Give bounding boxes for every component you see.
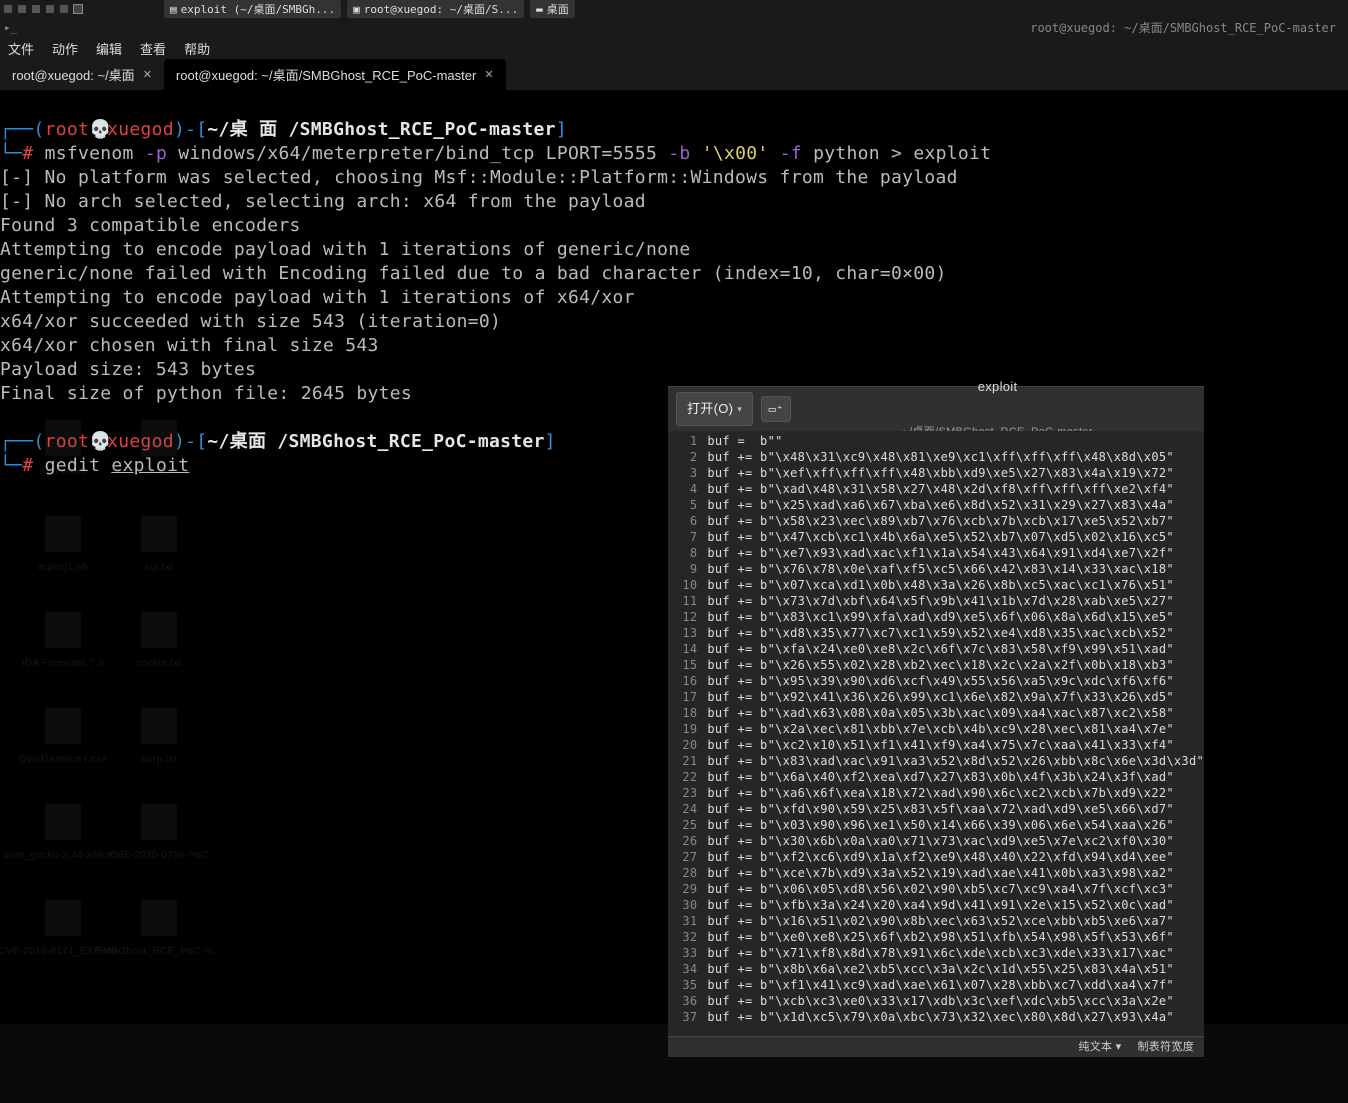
prompt-host: xuegod	[107, 119, 174, 140]
new-doc-icon: ▭⁺	[769, 397, 784, 421]
code-content[interactable]: buf = b"" buf += b"\x48\x31\xc9\x48\x81\…	[701, 431, 1204, 1036]
chevron-down-icon: ▾	[737, 397, 742, 421]
terminal-icon: ▣	[353, 3, 360, 16]
prompt-path: ~/桌 面 /SMBGhost_RCE_PoC-master	[207, 119, 555, 140]
output-line: [-] No platform was selected, choosing M…	[0, 167, 958, 188]
terminal-tab[interactable]: root@xuegod: ~/桌面✕	[0, 59, 164, 90]
terminal-menu-bar[interactable]: 文件 动作 编辑 查看 帮助	[0, 36, 1348, 60]
cmd-msfvenom: msfvenom	[45, 143, 134, 164]
menu-view[interactable]: 查看	[140, 39, 166, 58]
output-line: generic/none failed with Encoding failed…	[0, 263, 947, 284]
output-line: x64/xor chosen with final size 543	[0, 335, 379, 356]
prompt-indicator-icon: ▸_	[4, 21, 18, 34]
taskbar-app-terminal[interactable]: ▣root@xuegod: ~/桌面/S...	[347, 0, 524, 18]
doc-icon: ▤	[170, 3, 177, 16]
gedit-header: 打开(O)▾ ▭⁺ exploit ~/桌面/SMBGhost_RCE_PoC-…	[668, 387, 1204, 431]
output-line: [-] No arch selected, selecting arch: x6…	[0, 191, 646, 212]
syntax-mode[interactable]: 纯文本 ▾	[1078, 1035, 1121, 1059]
os-taskbar[interactable]: ▤exploit (~/桌面/SMBGh... ▣root@xuegod: ~/…	[0, 0, 1348, 18]
gedit-body[interactable]: 1 2 3 4 5 6 7 8 9 10 11 12 13 14 15 16 1…	[668, 431, 1204, 1036]
task-square	[60, 5, 68, 13]
taskbar-app-desktop[interactable]: ▬桌面	[530, 0, 575, 18]
skull-icon: 💀	[89, 430, 107, 454]
output-line: Final size of python file: 2645 bytes	[0, 383, 412, 404]
terminal-tab-bar[interactable]: root@xuegod: ~/桌面✕ root@xuegod: ~/桌面/SMB…	[0, 60, 1348, 90]
menu-edit[interactable]: 编辑	[96, 39, 122, 58]
taskbar-app-gedit[interactable]: ▤exploit (~/桌面/SMBGh...	[164, 0, 341, 18]
tab-width-label[interactable]: 制表符宽度	[1138, 1035, 1195, 1059]
window-title: root@xuegod: ~/桌面/SMBGhost_RCE_PoC-maste…	[1030, 19, 1344, 36]
task-square-active	[74, 5, 82, 13]
menu-action[interactable]: 动作	[52, 39, 78, 58]
output-line: Attempting to encode payload with 1 iter…	[0, 287, 635, 308]
open-button[interactable]: 打开(O)▾	[676, 392, 753, 426]
gedit-arg: exploit	[111, 455, 189, 476]
output-line: Payload size: 543 bytes	[0, 359, 256, 380]
task-square	[32, 5, 40, 13]
output-line: Attempting to encode payload with 1 iter…	[0, 239, 691, 260]
menu-help[interactable]: 帮助	[184, 39, 210, 58]
folder-icon: ▬	[536, 3, 543, 16]
prompt-user: root	[45, 119, 90, 140]
task-square	[46, 5, 54, 13]
skull-icon: 💀	[89, 118, 107, 142]
terminal-body[interactable]: ┌──(root💀xuegod)-[~/桌 面 /SMBGhost_RCE_Po…	[0, 90, 1348, 1024]
line-numbers: 1 2 3 4 5 6 7 8 9 10 11 12 13 14 15 16 1…	[668, 431, 701, 1036]
task-square	[18, 5, 26, 13]
gedit-status-bar: 纯文本 ▾ 制表符宽度	[668, 1036, 1204, 1057]
desktop-icons-ghosted: Kali Linux(4c98c9c7-...)arping1.shsql.tx…	[18, 420, 204, 990]
terminal-tab-active[interactable]: root@xuegod: ~/桌面/SMBGhost_RCE_PoC-maste…	[164, 59, 506, 90]
output-line: Found 3 compatible encoders	[0, 215, 301, 236]
output-line: x64/xor succeeded with size 543 (iterati…	[0, 311, 501, 332]
cmd-gedit: gedit	[45, 455, 101, 476]
terminal-title-bar: ▸_ root@xuegod: ~/桌面/SMBGhost_RCE_PoC-ma…	[0, 18, 1348, 36]
menu-file[interactable]: 文件	[8, 39, 34, 58]
close-icon[interactable]: ✕	[484, 68, 493, 81]
close-icon[interactable]: ✕	[143, 68, 152, 81]
gedit-window[interactable]: 打开(O)▾ ▭⁺ exploit ~/桌面/SMBGhost_RCE_PoC-…	[668, 386, 1204, 1057]
new-tab-button[interactable]: ▭⁺	[761, 396, 791, 422]
task-square	[4, 5, 12, 13]
